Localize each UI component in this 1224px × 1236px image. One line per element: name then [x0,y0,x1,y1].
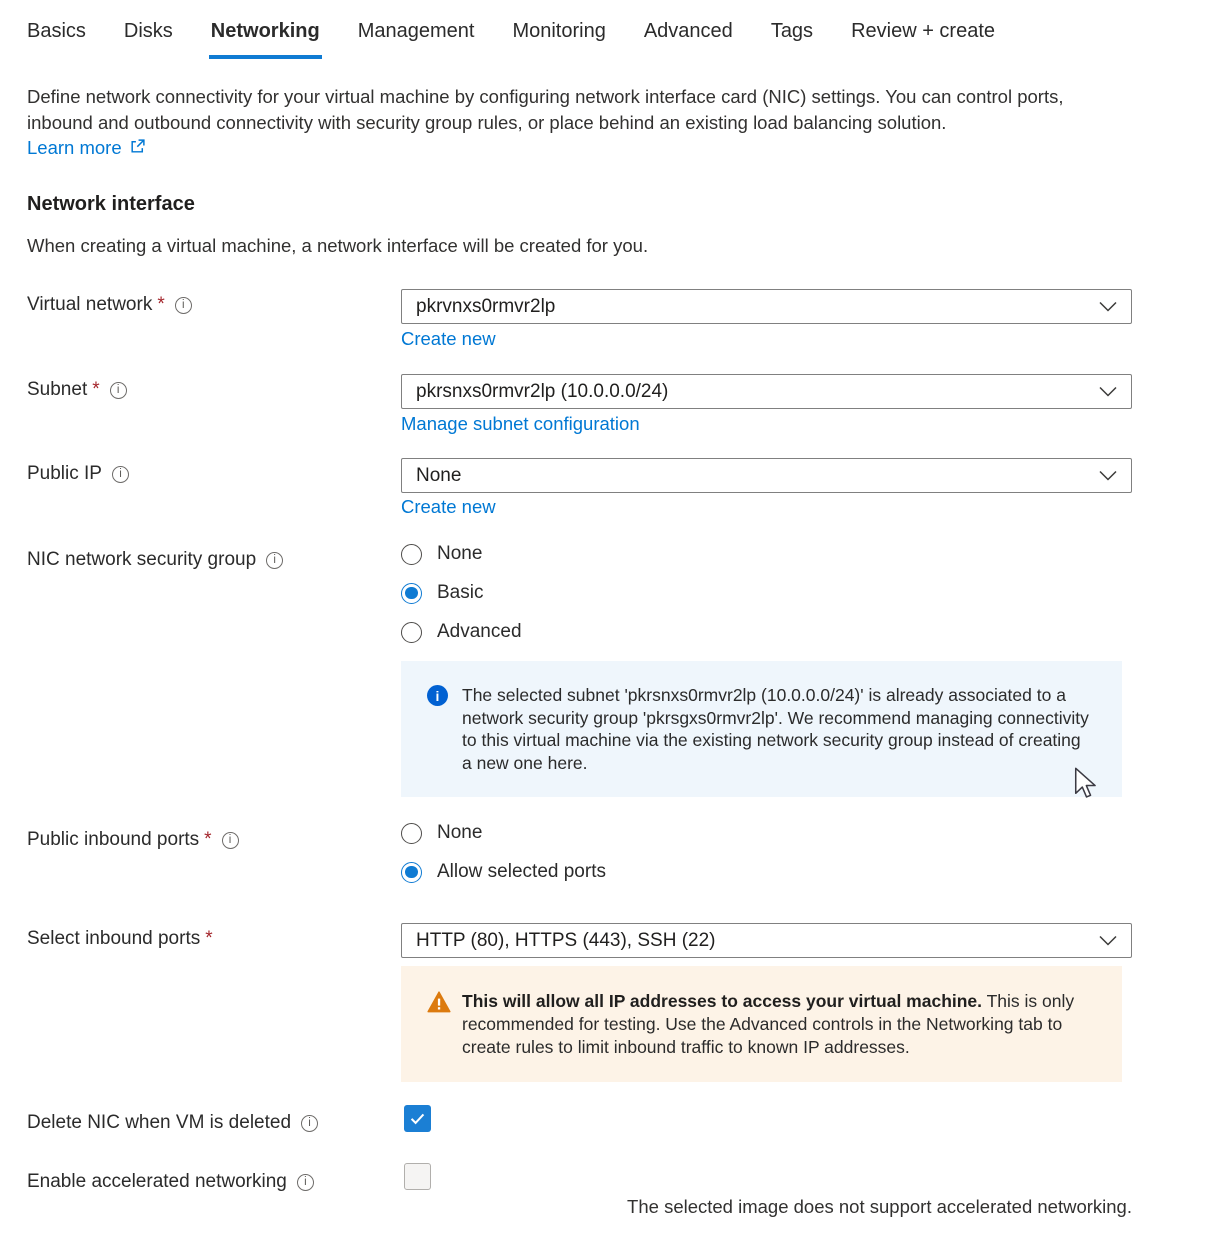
radio-nsg-basic[interactable]: Basic [401,582,483,604]
wizard-tab-bar: Basics Disks Networking Management Monit… [27,20,995,59]
radio-nsg-advanced[interactable]: Advanced [401,621,522,643]
learn-more-label: Learn more [27,137,122,159]
tab-management[interactable]: Management [358,20,475,59]
open-ports-warning-box: This will allow all IP addresses to acce… [401,966,1122,1082]
warning-bold-text: This will allow all IP addresses to acce… [462,991,982,1011]
chevron-down-icon [1099,465,1117,487]
tab-review-create[interactable]: Review + create [851,20,995,59]
vm-create-networking-page: Basics Disks Networking Management Monit… [0,0,1224,1236]
required-mark [92,379,99,401]
public-ip-dropdown[interactable]: None [401,458,1132,493]
nic-nsg-label: NIC network security group [27,549,283,571]
info-icon[interactable] [222,832,239,849]
external-link-icon [129,136,146,160]
virtual-network-dropdown[interactable]: pkrvnxs0rmvr2lp [401,289,1132,324]
radio-icon [401,823,422,844]
radio-icon [401,622,422,643]
info-icon[interactable] [175,297,192,314]
tab-advanced[interactable]: Advanced [644,20,733,59]
info-filled-icon [427,685,448,706]
chevron-down-icon [1099,930,1117,952]
radio-inbound-none[interactable]: None [401,822,482,844]
subnet-label: Subnet [27,379,127,401]
select-inbound-ports-label: Select inbound ports [27,928,213,950]
info-icon[interactable] [301,1115,318,1132]
chevron-down-icon [1099,296,1117,318]
accelerated-networking-note: The selected image does not support acce… [401,1196,1132,1218]
tab-monitoring[interactable]: Monitoring [512,20,605,59]
subnet-nsg-info-text: The selected subnet 'pkrsnxs0rmvr2lp (10… [462,684,1090,774]
delete-nic-checkbox[interactable] [404,1105,431,1132]
virtual-network-label: Virtual network [27,294,192,316]
section-title-network-interface: Network interface [27,193,195,216]
manage-subnet-link[interactable]: Manage subnet configuration [401,413,640,435]
learn-more-link[interactable]: Learn more [27,136,146,160]
checkmark-icon [408,1109,427,1128]
chevron-down-icon [1099,381,1117,403]
tab-tags[interactable]: Tags [771,20,813,59]
delete-nic-label: Delete NIC when VM is deleted [27,1112,318,1134]
info-icon[interactable] [110,382,127,399]
required-mark [157,294,164,316]
radio-inbound-allow-selected[interactable]: Allow selected ports [401,861,606,883]
radio-nsg-none[interactable]: None [401,543,482,565]
radio-icon [401,583,422,604]
info-icon[interactable] [266,552,283,569]
select-inbound-ports-dropdown[interactable]: HTTP (80), HTTPS (443), SSH (22) [401,923,1132,958]
open-ports-warning-text: This will allow all IP addresses to acce… [462,990,1102,1059]
accelerated-networking-label: Enable accelerated networking [27,1171,314,1193]
networking-description: Define network connectivity for your vir… [27,84,1132,136]
warning-triangle-icon [427,991,451,1018]
required-mark [205,928,212,950]
subnet-nsg-info-box: The selected subnet 'pkrsnxs0rmvr2lp (10… [401,661,1122,797]
subnet-dropdown[interactable]: pkrsnxs0rmvr2lp (10.0.0.0/24) [401,374,1132,409]
public-ip-value: None [416,465,461,487]
accelerated-networking-checkbox[interactable] [404,1163,431,1190]
create-new-vnet-link[interactable]: Create new [401,328,496,350]
select-inbound-ports-value: HTTP (80), HTTPS (443), SSH (22) [416,930,716,952]
radio-icon [401,544,422,565]
mouse-cursor [1072,767,1099,804]
public-inbound-ports-label: Public inbound ports [27,829,239,851]
subnet-value: pkrsnxs0rmvr2lp (10.0.0.0/24) [416,381,668,403]
tab-disks[interactable]: Disks [124,20,173,59]
required-mark [204,829,211,851]
info-icon[interactable] [112,466,129,483]
public-ip-label: Public IP [27,463,129,485]
tab-networking[interactable]: Networking [211,20,320,59]
virtual-network-value: pkrvnxs0rmvr2lp [416,296,555,318]
radio-icon [401,862,422,883]
info-icon[interactable] [297,1174,314,1191]
tab-basics[interactable]: Basics [27,20,86,59]
section-subtitle: When creating a virtual machine, a netwo… [27,235,1027,257]
create-new-public-ip-link[interactable]: Create new [401,496,496,518]
